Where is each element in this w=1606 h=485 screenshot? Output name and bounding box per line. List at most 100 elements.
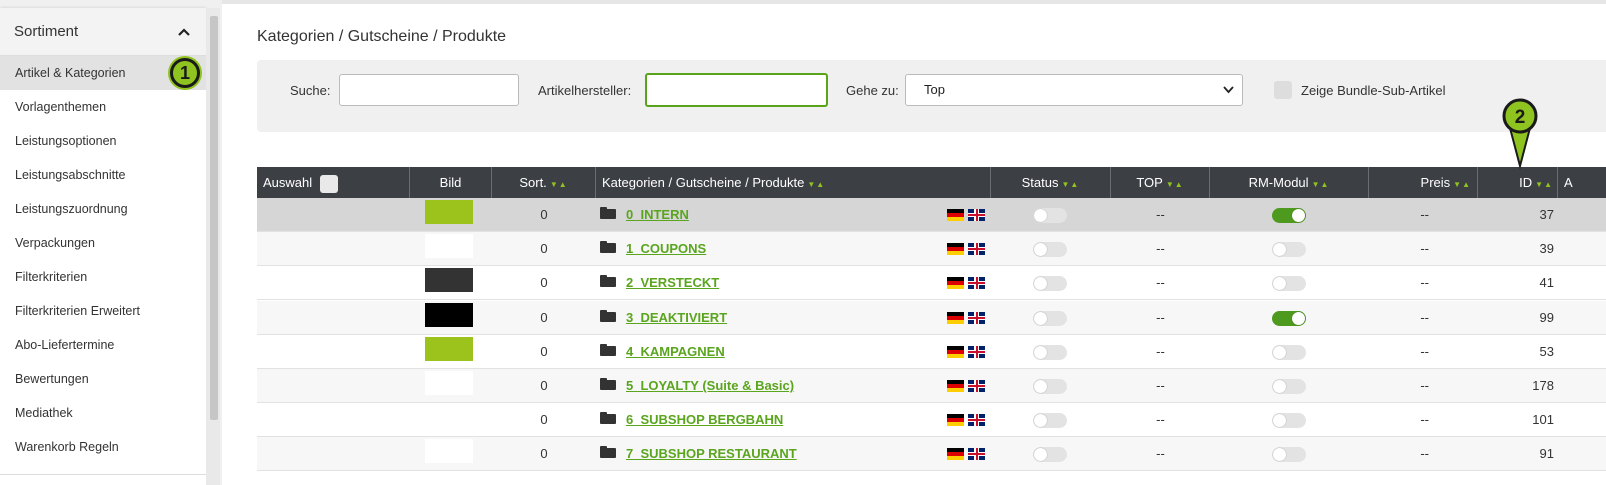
id-value: 91 (1539, 446, 1554, 461)
col-id[interactable]: ID ▼▲ (1478, 167, 1558, 198)
rm-modul-toggle[interactable] (1272, 242, 1306, 257)
flag-de-icon[interactable] (947, 312, 964, 324)
preis-value: -- (1420, 275, 1429, 290)
category-link[interactable]: 2_VERSTECKT (626, 266, 719, 300)
category-link[interactable]: 1_COUPONS (626, 232, 706, 266)
flag-de-icon[interactable] (947, 243, 964, 255)
rm-modul-toggle[interactable] (1272, 345, 1306, 360)
category-link[interactable]: 4_KAMPAGNEN (626, 335, 725, 369)
category-link[interactable]: 5_LOYALTY (Suite & Basic) (626, 369, 794, 403)
sidebar-scrollbar-thumb[interactable] (210, 16, 218, 420)
flag-gb-icon[interactable] (968, 209, 985, 221)
flag-de-icon[interactable] (947, 380, 964, 392)
col-sort[interactable]: Sort. ▼▲ (492, 167, 596, 198)
status-toggle[interactable] (1033, 311, 1067, 326)
flag-gb-icon[interactable] (968, 243, 985, 255)
category-link[interactable]: 7_SUBSHOP RESTAURANT (626, 437, 797, 471)
status-toggle[interactable] (1033, 242, 1067, 257)
col-status[interactable]: Status ▼▲ (991, 167, 1111, 198)
table-row[interactable]: 0 6_SUBSHOP BERGBAHN -- -- 101 (257, 403, 1606, 437)
table-row[interactable]: 0 0_INTERN -- -- 37 (257, 198, 1606, 232)
sidebar-item-leistungszuordnung[interactable]: Leistungszuordnung (0, 192, 206, 226)
table-row[interactable]: 0 3_DEAKTIVIERT -- -- 99 (257, 301, 1606, 335)
category-image[interactable] (425, 405, 473, 429)
table-row[interactable]: 0 2_VERSTECKT -- -- 41 (257, 266, 1606, 300)
flag-de-icon[interactable] (947, 448, 964, 460)
folder-icon (600, 446, 616, 458)
col-preis[interactable]: Preis ▼▲ (1369, 167, 1478, 198)
category-link[interactable]: 0_INTERN (626, 198, 689, 232)
sortiment-menu-header[interactable]: Sortiment (0, 8, 206, 56)
sort-arrows-icon[interactable]: ▼▲ (807, 180, 825, 189)
sort-arrows-icon[interactable]: ▼▲ (1166, 180, 1184, 189)
table-row[interactable]: 0 5_LOYALTY (Suite & Basic) -- -- 178 (257, 369, 1606, 403)
status-toggle[interactable] (1033, 345, 1067, 360)
bundle-checkbox[interactable] (1274, 81, 1292, 99)
table-row[interactable]: 0 4_KAMPAGNEN -- -- 53 (257, 335, 1606, 369)
flag-de-icon[interactable] (947, 346, 964, 358)
flag-gb-icon[interactable] (968, 448, 985, 460)
search-input[interactable] (339, 74, 519, 106)
sidebar-item-filterkriterien-erweitert[interactable]: Filterkriterien Erweitert (0, 294, 206, 328)
sidebar-item-bewertungen[interactable]: Bewertungen (0, 362, 206, 396)
status-toggle[interactable] (1033, 379, 1067, 394)
status-toggle[interactable] (1033, 276, 1067, 291)
select-all-checkbox[interactable] (320, 174, 339, 193)
bundle-label: Zeige Bundle-Sub-Artikel (1301, 83, 1446, 98)
flag-de-icon[interactable] (947, 209, 964, 221)
top-value: -- (1156, 241, 1165, 256)
status-toggle[interactable] (1033, 413, 1067, 428)
top-value: -- (1156, 310, 1165, 325)
table-row[interactable]: 0 1_COUPONS -- -- 39 (257, 232, 1606, 266)
sidebar-item-verpackungen[interactable]: Verpackungen (0, 226, 206, 260)
sort-arrows-icon[interactable]: ▼▲ (1062, 180, 1080, 189)
sort-arrows-icon[interactable]: ▼▲ (1312, 180, 1330, 189)
col-top[interactable]: TOP ▼▲ (1111, 167, 1210, 198)
sort-value: 0 (540, 378, 548, 393)
sidebar-item-leistungsabschnitte[interactable]: Leistungsabschnitte (0, 158, 206, 192)
rm-modul-toggle[interactable] (1272, 447, 1306, 462)
flag-de-icon[interactable] (947, 414, 964, 426)
flag-gb-icon[interactable] (968, 312, 985, 324)
chevron-up-icon[interactable] (176, 24, 192, 40)
sidebar-item-mediathek[interactable]: Mediathek (0, 396, 206, 430)
rm-modul-toggle[interactable] (1272, 208, 1306, 223)
category-image[interactable] (425, 337, 473, 361)
flag-de-icon[interactable] (947, 277, 964, 289)
flag-gb-icon[interactable] (968, 277, 985, 289)
sort-arrows-icon[interactable]: ▼▲ (1453, 180, 1471, 189)
col-name[interactable]: Kategorien / Gutscheine / Produkte ▼▲ (596, 167, 991, 198)
table-row[interactable]: 0 7_SUBSHOP RESTAURANT -- -- 91 (257, 437, 1606, 471)
goto-select[interactable]: Top (905, 74, 1243, 106)
sidebar-item-vorlagenthemen[interactable]: Vorlagenthemen (0, 90, 206, 124)
flag-gb-icon[interactable] (968, 414, 985, 426)
rm-modul-toggle[interactable] (1272, 413, 1306, 428)
category-image[interactable] (425, 268, 473, 292)
sort-arrows-icon[interactable]: ▼▲ (1535, 180, 1553, 189)
category-image[interactable] (425, 303, 473, 327)
step-marker-2: 2 (1502, 98, 1538, 170)
category-link[interactable]: 3_DEAKTIVIERT (626, 301, 727, 335)
status-toggle[interactable] (1033, 208, 1067, 223)
chevron-down-icon (1223, 75, 1234, 117)
flag-gb-icon[interactable] (968, 380, 985, 392)
category-image[interactable] (425, 234, 473, 258)
col-auswahl: Auswahl (257, 167, 410, 198)
rm-modul-toggle[interactable] (1272, 311, 1306, 326)
category-image[interactable] (425, 371, 473, 395)
status-toggle[interactable] (1033, 447, 1067, 462)
rm-modul-toggle[interactable] (1272, 379, 1306, 394)
flag-gb-icon[interactable] (968, 346, 985, 358)
id-value: 99 (1539, 310, 1554, 325)
category-image[interactable] (425, 200, 473, 224)
sidebar-item-abo-liefertermine[interactable]: Abo-Liefertermine (0, 328, 206, 362)
sidebar-item-warenkorb-regeln[interactable]: Warenkorb Regeln (0, 430, 206, 464)
col-rm-modul[interactable]: RM-Modul ▼▲ (1210, 167, 1369, 198)
sort-arrows-icon[interactable]: ▼▲ (550, 180, 568, 189)
sidebar-item-filterkriterien[interactable]: Filterkriterien (0, 260, 206, 294)
manufacturer-input[interactable] (645, 73, 828, 107)
category-image[interactable] (425, 439, 473, 463)
rm-modul-toggle[interactable] (1272, 276, 1306, 291)
sidebar-item-leistungsoptionen[interactable]: Leistungsoptionen (0, 124, 206, 158)
category-link[interactable]: 6_SUBSHOP BERGBAHN (626, 403, 783, 437)
